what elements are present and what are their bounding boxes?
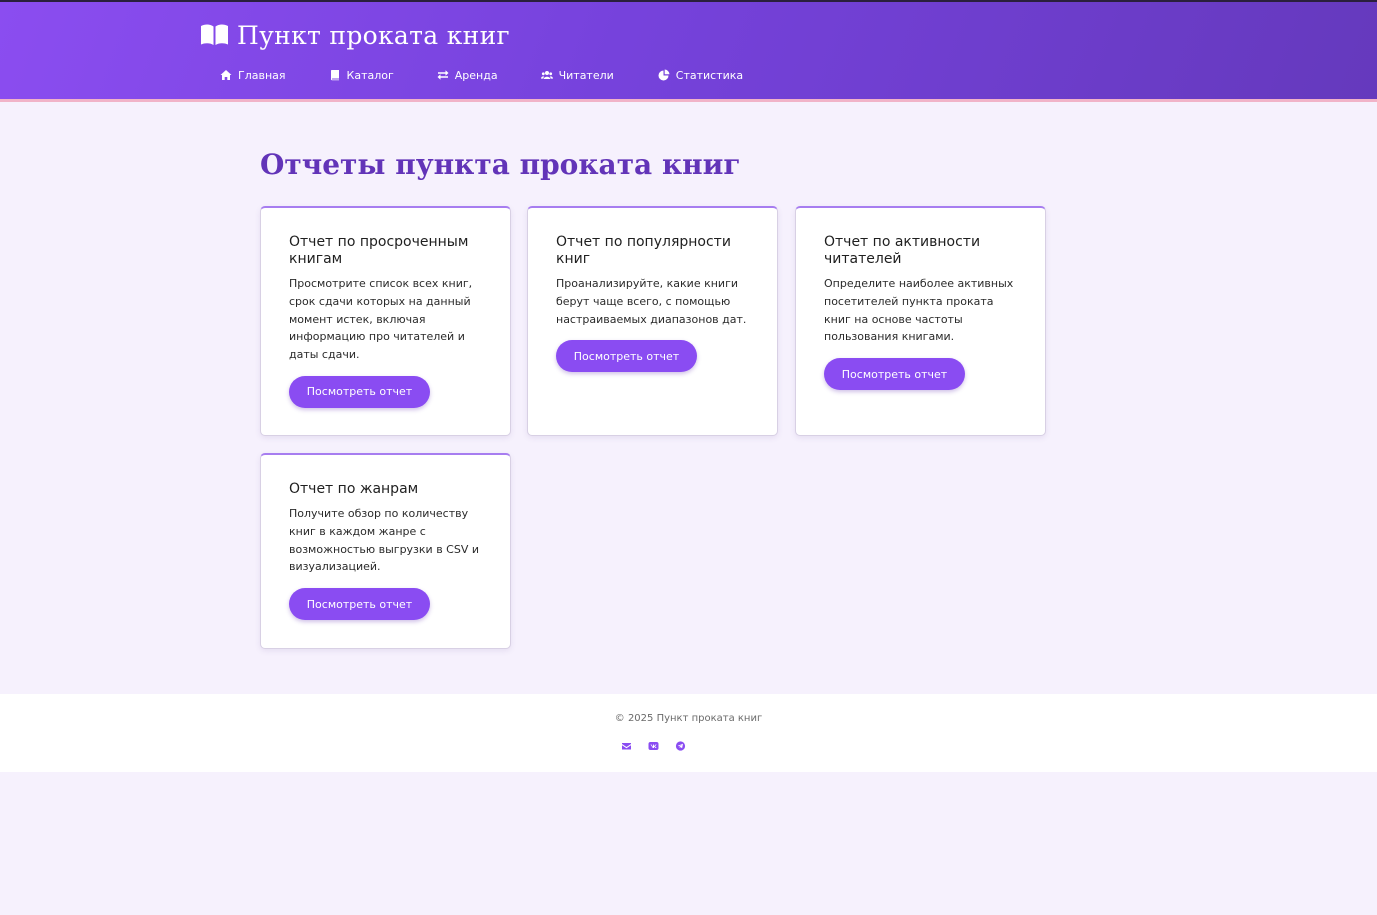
nav-item-rent[interactable]: Аренда xyxy=(437,69,498,82)
social-links xyxy=(621,741,686,751)
site-footer: © 2025 Пункт проката книг xyxy=(0,694,1377,772)
telegram-icon[interactable] xyxy=(675,741,686,751)
nav-item-catalog[interactable]: Каталог xyxy=(329,69,394,82)
nav-label: Статистика xyxy=(675,68,744,82)
report-card-genres: Отчет по жанрам Получите обзор по количе… xyxy=(260,453,511,649)
card-title: Отчет по жанрам xyxy=(289,481,419,497)
vk-icon[interactable] xyxy=(648,741,659,751)
copyright: © 2025 Пункт проката книг xyxy=(614,713,763,724)
nav-label: Аренда xyxy=(454,68,498,82)
card-description: Определите наиболее активных посетителей… xyxy=(824,277,1014,344)
brand[interactable]: Пункт проката книг xyxy=(200,19,510,51)
report-card-reader-activity: Отчет по активности читателей Определите… xyxy=(795,206,1046,436)
open-book-icon xyxy=(201,24,228,45)
pie-chart-icon xyxy=(658,69,670,81)
card-title: Отчет по просроченным книгам xyxy=(289,234,469,267)
view-report-button[interactable]: Посмотреть отчет xyxy=(289,588,430,621)
card-description: Просмотрите список всех книг, срок сдачи… xyxy=(289,277,473,362)
view-report-button[interactable]: Посмотреть отчет xyxy=(556,340,697,373)
main-nav: Главная Каталог Аренда Читатели Статисти… xyxy=(220,64,743,86)
card-title: Отчет по активности читателей xyxy=(824,234,981,267)
home-icon xyxy=(220,70,232,80)
view-report-button[interactable]: Посмотреть отчет xyxy=(289,375,430,408)
site-header: Пункт проката книг Главная Каталог Аренд… xyxy=(0,2,1377,102)
nav-label: Каталог xyxy=(346,68,394,82)
brand-title: Пункт проката книг xyxy=(237,20,510,50)
exchange-arrows-icon xyxy=(437,70,449,80)
report-card-popularity: Отчет по популярности книг Проанализируй… xyxy=(527,206,778,436)
nav-label: Читатели xyxy=(558,68,614,82)
nav-item-readers[interactable]: Читатели xyxy=(540,68,614,82)
nav-item-statistics[interactable]: Статистика xyxy=(658,69,743,82)
card-description: Получите обзор по количеству книг в кажд… xyxy=(289,507,480,574)
card-description: Проанализируйте, какие книги берут чаще … xyxy=(556,277,747,326)
book-icon xyxy=(330,70,339,81)
nav-item-home[interactable]: Главная xyxy=(220,69,286,82)
view-report-button[interactable]: Посмотреть отчет xyxy=(824,358,965,391)
envelope-icon[interactable] xyxy=(621,741,632,751)
card-title: Отчет по популярности книг xyxy=(556,234,731,267)
report-card-overdue: Отчет по просроченным книгам Просмотрите… xyxy=(260,206,511,436)
users-icon xyxy=(540,71,553,79)
page-title: Отчеты пункта проката книг xyxy=(260,148,741,181)
nav-label: Главная xyxy=(238,68,286,82)
